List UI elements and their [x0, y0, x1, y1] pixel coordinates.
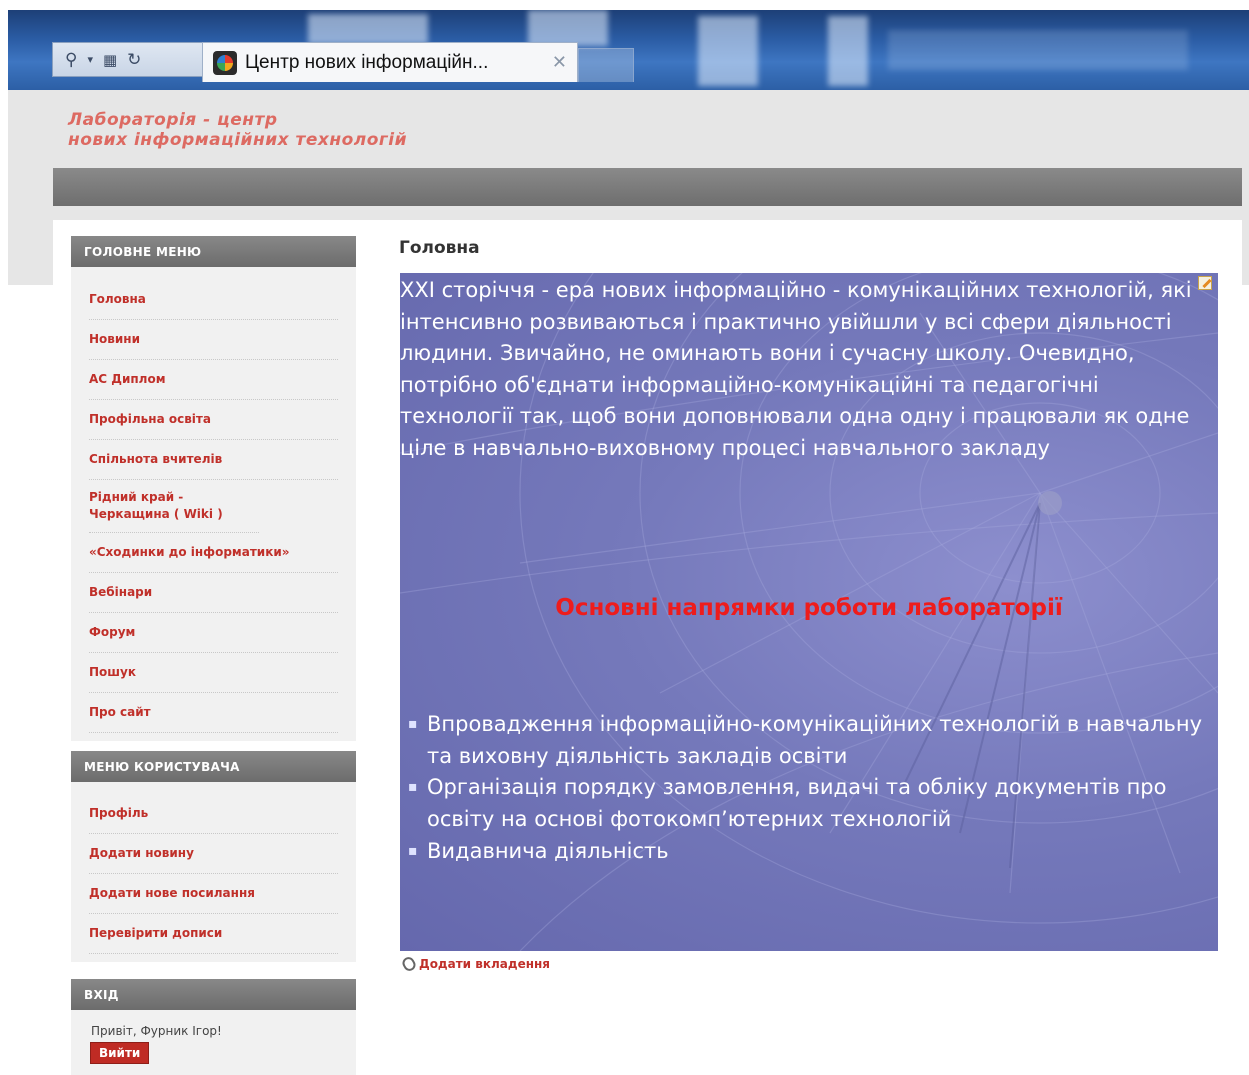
intro-text: XXI сторіччя - ера нових інформаційно - …: [400, 278, 1192, 460]
compatibility-icon[interactable]: ▦: [103, 51, 117, 69]
logout-button[interactable]: Вийти: [90, 1042, 150, 1064]
list-item: Організація порядку замовлення, видачі т…: [408, 772, 1208, 835]
login-body: Привіт, Фурник Ігор! Вийти: [71, 1010, 356, 1070]
directions-list: Впровадження інформаційно-комунікаційних…: [408, 709, 1208, 868]
dropdown-arrow-icon[interactable]: ▾: [87, 53, 93, 66]
menu-item-native-land[interactable]: Рідний край - Черкащина ( Wiki ): [89, 480, 259, 533]
menu-item-search[interactable]: Пошук: [89, 653, 338, 693]
user-menu-title: МЕНЮ КОРИСТУВАЧА: [71, 751, 356, 782]
address-bar-tools: ⚲ ▾ ▦ ↻: [52, 42, 202, 77]
directions-heading: Основні напрямки роботи лабораторії: [555, 595, 1063, 621]
main-menu-module: ГОЛОВНЕ МЕНЮ Головна Новини АС Диплом Пр…: [71, 236, 356, 741]
logo-line-2: нових інформаційних технологій: [68, 130, 408, 150]
tab-title: Центр нових інформаційн...: [245, 51, 489, 73]
menu-item-teachers-community[interactable]: Спільнота вчителів: [89, 440, 338, 480]
menu-item-webinars[interactable]: Вебінари: [89, 573, 338, 613]
main-banner: XXI сторіччя - ера нових інформаційно - …: [400, 273, 1218, 951]
menu-item-check-posts[interactable]: Перевірити дописи: [89, 914, 338, 954]
top-navigation-bar: [53, 168, 1242, 206]
menu-item-add-news[interactable]: Додати новину: [89, 834, 338, 874]
menu-item-informatics-steps[interactable]: «Сходинки до інформатики»: [89, 533, 338, 573]
menu-item-as-diploma[interactable]: АС Диплом: [89, 360, 338, 400]
user-menu-list: Профіль Додати новину Додати нове посила…: [71, 782, 356, 962]
menu-item-add-link[interactable]: Додати нове посилання: [89, 874, 338, 914]
main-menu-title: ГОЛОВНЕ МЕНЮ: [71, 236, 356, 267]
site-favicon-icon: [213, 50, 237, 75]
login-title: ВХІД: [71, 979, 356, 1010]
add-attachment-label: Додати вкладення: [419, 957, 551, 971]
logo-line-1: Лабораторія - центр: [68, 110, 278, 130]
list-item: Видавнича діяльність: [408, 836, 1208, 868]
menu-item-profile-education[interactable]: Профільна освіта: [89, 400, 338, 440]
menu-item-forum[interactable]: Форум: [89, 613, 338, 653]
paperclip-icon: [400, 954, 418, 974]
menu-item-news[interactable]: Новини: [89, 320, 338, 360]
menu-item-profile[interactable]: Профіль: [89, 790, 338, 834]
new-tab-button[interactable]: [578, 48, 634, 82]
list-item: Впровадження інформаційно-комунікаційних…: [408, 709, 1208, 772]
search-icon[interactable]: ⚲: [65, 50, 77, 70]
refresh-icon[interactable]: ↻: [127, 50, 141, 70]
page-title: Головна: [399, 238, 480, 258]
login-module: ВХІД Привіт, Фурник Ігор! Вийти: [71, 979, 356, 1075]
main-menu-list: Головна Новини АС Диплом Профільна освіт…: [71, 267, 356, 741]
add-attachment-link[interactable]: Додати вкладення: [400, 954, 551, 974]
site-logo[interactable]: Лабораторія - центр нових інформаційних …: [68, 110, 407, 150]
user-menu-module: МЕНЮ КОРИСТУВАЧА Профіль Додати новину Д…: [71, 751, 356, 962]
menu-item-about[interactable]: Про сайт: [89, 693, 338, 733]
menu-item-home[interactable]: Головна: [89, 275, 338, 320]
close-icon[interactable]: ✕: [552, 52, 567, 73]
browser-tab[interactable]: Центр нових інформаційн... ✕: [202, 42, 578, 82]
greeting-text: Привіт, Фурник Ігор!: [91, 1024, 222, 1038]
